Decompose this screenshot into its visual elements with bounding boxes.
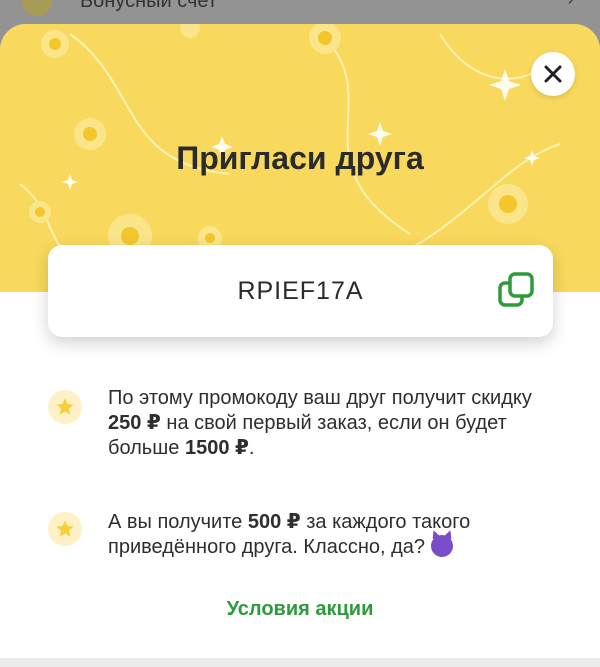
star-icon (56, 520, 74, 537)
bottom-divider (0, 658, 600, 667)
info-friend-text: По этому промокоду ваш друг получит скид… (108, 386, 548, 461)
promo-code-card: RPIEF17A (48, 245, 553, 337)
chevron-right-icon: › (567, 0, 574, 11)
devil-emoji-icon (430, 535, 453, 557)
copy-icon (498, 272, 534, 307)
copy-button[interactable] (494, 269, 538, 313)
invite-friend-sheet: Пригласи друга RPIEF17A По этому промоко… (0, 24, 600, 667)
min-order-amount: 1500 ₽ (184, 437, 249, 459)
star-icon (56, 398, 74, 415)
star-badge-icon (48, 390, 82, 424)
terms-link[interactable]: Условия акции (0, 598, 600, 621)
close-icon (544, 65, 562, 83)
reward-amount: 500 ₽ (247, 511, 301, 533)
background-bonus-label: Бонусный счет (80, 0, 218, 12)
star-badge-icon (48, 512, 82, 546)
close-button[interactable] (531, 52, 575, 96)
info-2-part1: А вы получите (108, 511, 248, 533)
page-title: Пригласи друга (176, 140, 424, 176)
friend-discount-amount: 250 ₽ (108, 412, 161, 434)
info-1-part1: По этому промокоду ваш друг получит скид… (108, 387, 532, 409)
info-1-part2: на свой первый заказ, если он будет боль… (108, 412, 507, 459)
background-star-icon (22, 0, 52, 16)
info-reward-text: А вы получите 500 ₽ за каждого такого пр… (108, 510, 548, 560)
info-1-part3: . (248, 437, 255, 459)
promo-code-text[interactable]: RPIEF17A (48, 245, 553, 337)
